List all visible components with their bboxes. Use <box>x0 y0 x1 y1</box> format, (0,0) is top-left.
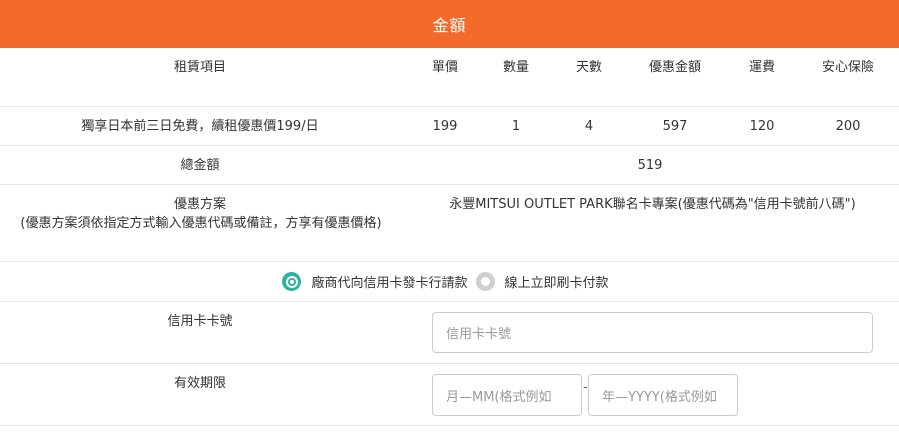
col-unit-price: 單價 <box>432 60 459 75</box>
radio-vendor-charge-label[interactable]: 廠商代向信用卡發卡行請款 <box>311 272 467 291</box>
card-number-input[interactable]: 信用卡卡號 <box>432 312 873 353</box>
col-discount-amount: 優惠金額 <box>649 60 702 75</box>
row-shipping: 120 <box>749 119 775 134</box>
expiry-year-input[interactable]: 年—YYYY(格式例如 <box>588 374 738 416</box>
row-days: 4 <box>584 119 594 134</box>
expiry-month-input[interactable]: 月—MM(格式例如 <box>432 374 582 416</box>
row-item: 獨享日本前三日免費，續租優惠價199/日 <box>81 119 319 134</box>
row-quantity: 1 <box>511 119 521 134</box>
expiry-separator: - <box>583 380 588 395</box>
expiry-label: 有效期限 <box>173 376 226 391</box>
col-insurance: 安心保險 <box>822 60 875 75</box>
col-item: 租賃項目 <box>173 60 226 75</box>
radio-online-charge[interactable] <box>475 272 495 291</box>
radio-vendor-charge[interactable] <box>282 272 302 291</box>
table-row: 獨享日本前三日免費，續租優惠價199/日 199 1 4 597 120 200 <box>0 107 899 146</box>
card-number-row: 信用卡卡號 信用卡卡號 <box>0 302 899 364</box>
promo-value: 永豐MITSUI OUTLET PARK聯名卡專案(優惠代碼為"信用卡號前八碼"… <box>449 197 856 212</box>
row-discount-amount: 597 <box>662 119 688 134</box>
total-value: 519 <box>637 158 663 173</box>
col-days: 天數 <box>576 60 603 75</box>
col-quantity: 數量 <box>503 60 530 75</box>
row-unit-price: 199 <box>432 119 458 134</box>
expiry-row: 有效期限 月—MM(格式例如 - 年—YYYY(格式例如 <box>0 364 899 426</box>
section-title: 金額 <box>432 16 467 35</box>
card-number-label: 信用卡卡號 <box>167 314 233 329</box>
row-insurance: 200 <box>835 119 861 134</box>
radio-online-charge-label[interactable]: 線上立即刷卡付款 <box>505 272 609 291</box>
promo-row: 優惠方案 (優惠方案須依指定方式輸入優惠代碼或備註，方享有優惠價格) 永豐MIT… <box>0 185 899 262</box>
col-shipping: 運費 <box>749 60 776 75</box>
table-header-row: 租賃項目 單價 數量 天數 優惠金額 運費 安心保險 <box>0 48 899 107</box>
section-header: 金額 <box>0 0 899 48</box>
total-row: 總金額 519 <box>0 146 899 185</box>
total-label: 總金額 <box>180 158 220 173</box>
radio-checked-icon <box>287 277 296 286</box>
radio-unchecked-icon <box>480 277 490 286</box>
promo-note: (優惠方案須依指定方式輸入優惠代碼或備註，方享有優惠價格) <box>20 216 382 231</box>
promo-label: 優惠方案 <box>173 197 226 212</box>
payment-method-row: 廠商代向信用卡發卡行請款 線上立即刷卡付款 <box>0 262 899 302</box>
